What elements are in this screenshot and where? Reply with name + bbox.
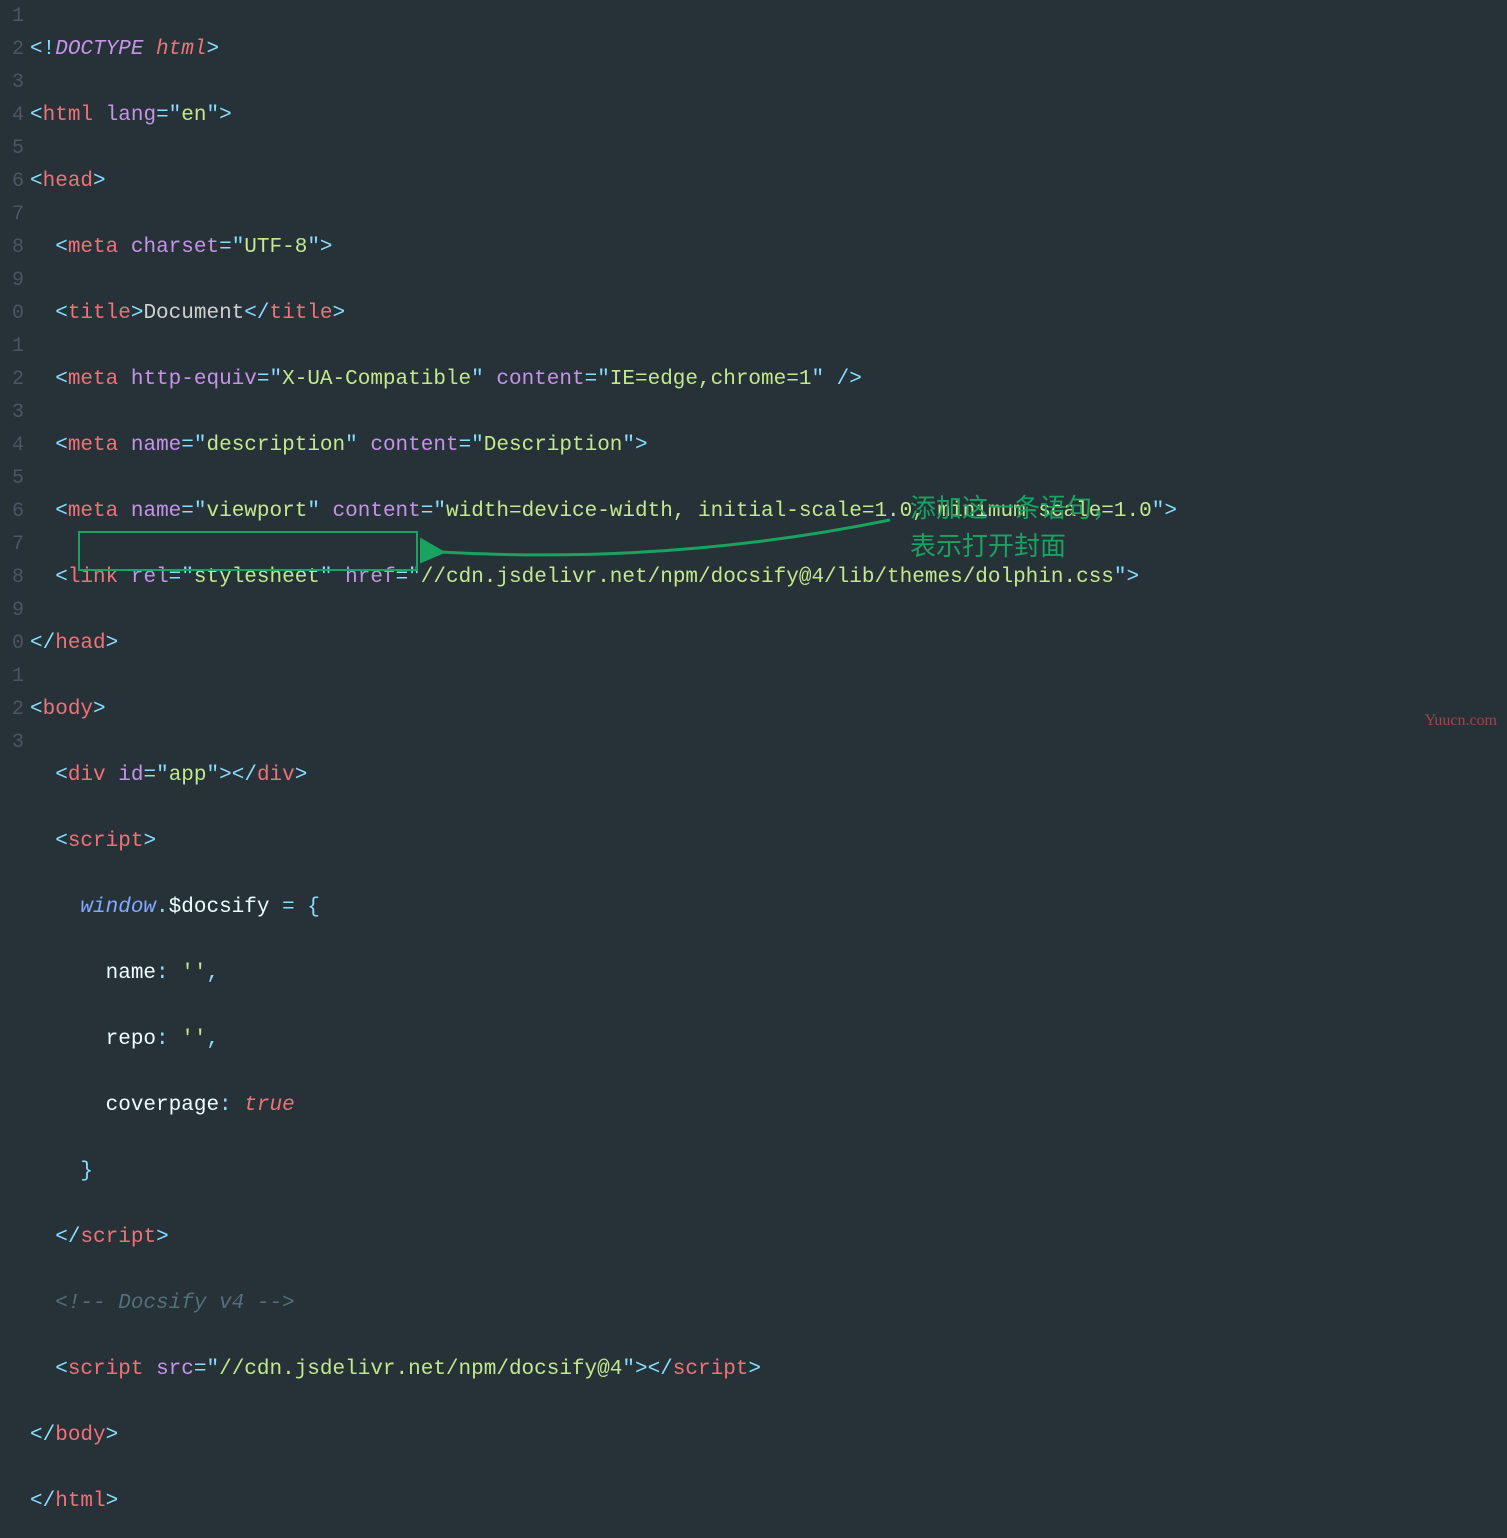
code-line[interactable]: <meta name="viewport" content="width=dev… <box>30 495 1507 528</box>
code-line[interactable]: <body> <box>30 693 1507 726</box>
line-number: 9 <box>0 264 24 297</box>
line-number: 4 <box>0 99 24 132</box>
line-number: 2 <box>0 33 24 66</box>
code-line[interactable]: </head> <box>30 627 1507 660</box>
code-line[interactable]: <html lang="en"> <box>30 99 1507 132</box>
line-number: 6 <box>0 495 24 528</box>
line-number: 5 <box>0 462 24 495</box>
code-line[interactable]: <!-- Docsify v4 --> <box>30 1287 1507 1320</box>
line-number: 6 <box>0 165 24 198</box>
line-number: 0 <box>0 297 24 330</box>
code-line[interactable]: repo: '', <box>30 1023 1507 1056</box>
code-editor[interactable]: 1 2 3 4 5 6 7 8 9 0 1 2 3 4 5 6 7 8 9 0 … <box>0 0 1507 769</box>
code-line[interactable]: <script> <box>30 825 1507 858</box>
code-line[interactable]: <!DOCTYPE html> <box>30 33 1507 66</box>
code-line[interactable]: <meta charset="UTF-8"> <box>30 231 1507 264</box>
code-line[interactable]: <meta name="description" content="Descri… <box>30 429 1507 462</box>
code-line[interactable]: </script> <box>30 1221 1507 1254</box>
line-number: 1 <box>0 660 24 693</box>
line-number: 0 <box>0 627 24 660</box>
line-number: 3 <box>0 396 24 429</box>
line-number: 3 <box>0 726 24 759</box>
code-line[interactable]: <link rel="stylesheet" href="//cdn.jsdel… <box>30 561 1507 594</box>
code-line[interactable]: <meta http-equiv="X-UA-Compatible" conte… <box>30 363 1507 396</box>
line-number: 2 <box>0 693 24 726</box>
line-number: 2 <box>0 363 24 396</box>
code-line[interactable]: } <box>30 1155 1507 1188</box>
line-number: 3 <box>0 66 24 99</box>
code-line[interactable]: <title>Document</title> <box>30 297 1507 330</box>
code-line[interactable]: <div id="app"></div> <box>30 759 1507 792</box>
code-line[interactable]: window.$docsify = { <box>30 891 1507 924</box>
code-line[interactable]: <head> <box>30 165 1507 198</box>
code-line[interactable]: </body> <box>30 1419 1507 1452</box>
line-number: 4 <box>0 429 24 462</box>
code-area[interactable]: <!DOCTYPE html> <html lang="en"> <head> … <box>30 0 1507 769</box>
code-line[interactable]: coverpage: true <box>30 1089 1507 1122</box>
line-number-gutter: 1 2 3 4 5 6 7 8 9 0 1 2 3 4 5 6 7 8 9 0 … <box>0 0 30 769</box>
code-line[interactable]: <script src="//cdn.jsdelivr.net/npm/docs… <box>30 1353 1507 1386</box>
line-number: 1 <box>0 0 24 33</box>
line-number: 5 <box>0 132 24 165</box>
code-line[interactable]: </html> <box>30 1485 1507 1518</box>
line-number: 7 <box>0 198 24 231</box>
line-number: 1 <box>0 330 24 363</box>
line-number: 9 <box>0 594 24 627</box>
line-number: 8 <box>0 231 24 264</box>
line-number: 8 <box>0 561 24 594</box>
code-line[interactable]: name: '', <box>30 957 1507 990</box>
line-number: 7 <box>0 528 24 561</box>
